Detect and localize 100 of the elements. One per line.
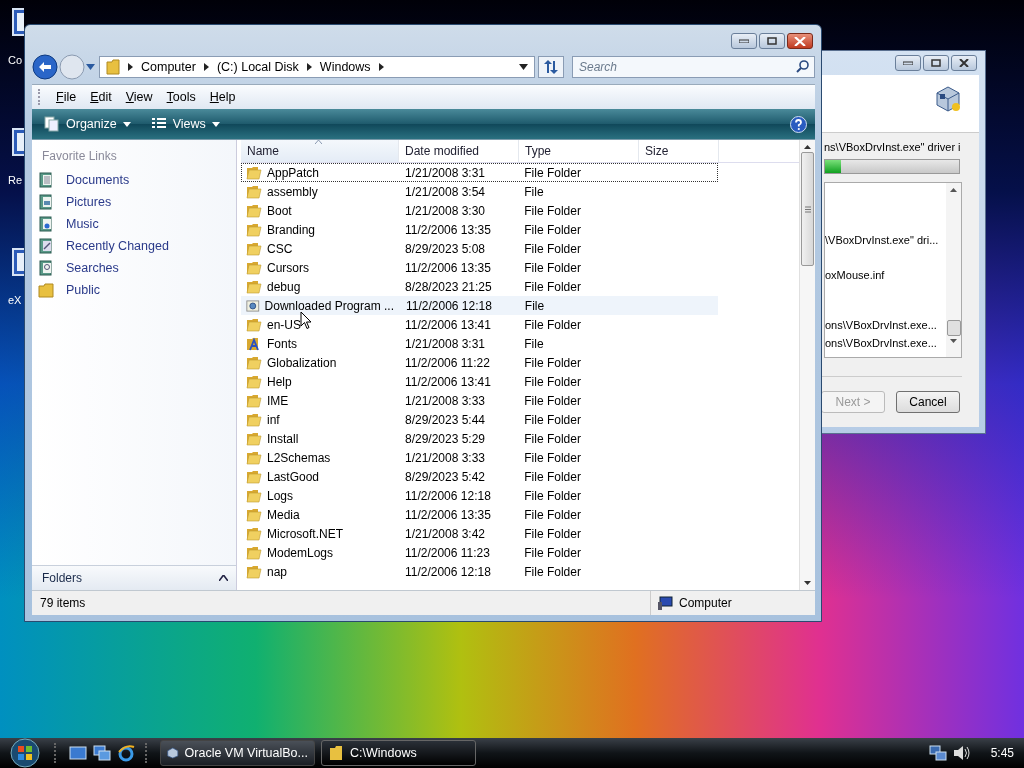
address-bar[interactable]: Computer (C:) Local Disk Windows — [99, 56, 535, 78]
file-row[interactable]: CSC 8/29/2023 5:08 File Folder — [241, 239, 718, 258]
file-name: inf — [267, 412, 280, 427]
scroll-thumb[interactable] — [801, 152, 814, 266]
column-header[interactable]: Type — [519, 140, 639, 162]
file-row[interactable]: Media 11/2/2006 13:35 File Folder — [241, 505, 718, 524]
file-row[interactable]: Logs 11/2/2006 12:18 File Folder — [241, 486, 718, 505]
file-row[interactable]: L2Schemas 1/21/2008 3:33 File Folder — [241, 448, 718, 467]
library-icon[interactable] — [38, 260, 54, 276]
menu-item[interactable]: View — [125, 90, 153, 104]
file-row[interactable]: Install 8/29/2023 5:29 File Folder — [241, 429, 718, 448]
back-button[interactable] — [32, 54, 58, 80]
taskbar-button[interactable]: C:\Windows — [321, 740, 476, 766]
log-line: ons\VBoxDrvInst.exe... — [825, 318, 938, 333]
column-header[interactable]: Date modified — [399, 140, 519, 162]
library-icon[interactable] — [38, 194, 54, 210]
scroll-up-icon[interactable] — [804, 145, 811, 149]
library-icon[interactable] — [38, 216, 54, 232]
refresh-button[interactable] — [538, 56, 564, 78]
chevron-icon[interactable] — [378, 63, 384, 71]
scroll-up-icon[interactable] — [950, 188, 957, 192]
menu-item[interactable]: Edit — [90, 90, 112, 104]
maximize-button[interactable] — [759, 33, 785, 49]
menu-item[interactable]: File — [56, 90, 77, 104]
gear-folder-icon — [246, 298, 260, 313]
chevron-icon[interactable] — [128, 63, 133, 71]
desktop-icon-label[interactable]: Co — [8, 54, 23, 66]
file-row[interactable]: Boot 1/21/2008 3:30 File Folder — [241, 201, 718, 220]
volume-icon[interactable] — [952, 745, 971, 761]
dialog-button[interactable]: Cancel — [896, 391, 960, 413]
clock[interactable]: 5:45 — [990, 746, 1014, 760]
scroll-down-icon[interactable] — [804, 581, 811, 585]
favorite-link[interactable]: Pictures — [66, 195, 112, 209]
folder-icon — [246, 241, 262, 256]
menu-item[interactable]: Tools — [166, 90, 196, 104]
breadcrumb[interactable]: (C:) Local Disk — [216, 60, 299, 74]
close-icon — [959, 59, 969, 67]
breadcrumb[interactable]: Computer — [141, 60, 196, 74]
chevron-icon[interactable] — [306, 63, 312, 71]
file-row[interactable]: Fonts 1/21/2008 3:31 File — [241, 334, 718, 353]
help-icon[interactable] — [790, 115, 807, 133]
file-row[interactable]: Microsoft.NET 1/21/2008 3:42 File Folder — [241, 524, 718, 543]
favorite-link[interactable]: Recently Changed — [66, 239, 169, 253]
file-row[interactable]: debug 8/28/2023 21:25 File Folder — [241, 277, 718, 296]
file-name: Microsoft.NET — [267, 526, 343, 541]
file-row[interactable]: Cursors 11/2/2006 13:35 File Folder — [241, 258, 718, 277]
minimize-button[interactable] — [895, 55, 921, 71]
file-row[interactable]: Downloaded Program ... 11/2/2006 12:18 File — [241, 296, 718, 315]
file-row[interactable]: AppPatch 1/21/2008 3:31 File Folder — [241, 163, 718, 182]
column-header[interactable]: Name — [241, 140, 399, 162]
file-row[interactable]: IME 1/21/2008 3:33 File Folder — [241, 391, 718, 410]
file-row[interactable]: inf 8/29/2023 5:44 File Folder — [241, 410, 718, 429]
maximize-button[interactable] — [923, 55, 949, 71]
search-icon[interactable] — [796, 60, 809, 73]
type-cell-text: File Folder — [523, 165, 582, 180]
network-icon[interactable] — [928, 745, 947, 761]
breadcrumb[interactable]: Windows — [319, 60, 371, 74]
file-row[interactable]: Branding 11/2/2006 13:35 File Folder — [241, 220, 718, 239]
file-row[interactable]: LastGood 8/29/2023 5:42 File Folder — [241, 467, 718, 486]
file-row[interactable]: Help 11/2/2006 13:41 File Folder — [241, 372, 718, 391]
scrollbar[interactable] — [799, 140, 815, 590]
taskbar-button[interactable]: Oracle VM VirtualBo... — [160, 740, 315, 766]
folders-bar[interactable]: Folders — [32, 565, 236, 590]
search-field[interactable]: Search — [572, 56, 815, 78]
menu-item[interactable]: Help — [209, 90, 236, 104]
toolbar-button[interactable]: Views — [146, 115, 224, 133]
collapse-icon[interactable] — [219, 575, 228, 581]
scroll-down-icon[interactable] — [950, 339, 957, 343]
favorite-link[interactable]: Music — [66, 217, 99, 231]
column-header[interactable]: Size — [639, 140, 719, 162]
file-row[interactable]: Globalization 11/2/2006 11:22 File Folder — [241, 353, 718, 372]
browser-icon[interactable] — [117, 744, 135, 762]
history-dropdown-icon[interactable] — [86, 64, 95, 70]
file-row[interactable]: nap 11/2/2006 12:18 File Folder — [241, 562, 718, 581]
file-row[interactable]: assembly 1/21/2008 3:54 File — [241, 182, 718, 201]
show-desktop-icon[interactable] — [69, 745, 87, 761]
library-icon[interactable] — [38, 172, 54, 188]
folder-icon — [246, 317, 262, 332]
favorite-link[interactable]: Documents — [66, 173, 130, 187]
close-button[interactable] — [951, 55, 977, 71]
library-icon[interactable] — [38, 238, 54, 254]
type-cell-text: File Folder — [523, 317, 582, 332]
desktop-icon-label[interactable]: Re — [8, 174, 23, 186]
favorite-link[interactable]: Searches — [66, 261, 119, 275]
log-line: oxMouse.inf — [825, 268, 886, 283]
toolbar-button[interactable]: Organize — [40, 114, 135, 134]
close-button[interactable] — [787, 33, 813, 49]
file-row[interactable]: en-US 11/2/2006 13:41 File Folder — [241, 315, 718, 334]
chevron-icon[interactable] — [203, 63, 209, 71]
date-cell-text: 11/2/2006 12:18 — [403, 488, 492, 503]
date-cell-text: 11/2/2006 13:41 — [403, 374, 492, 389]
dropdown-icon[interactable] — [519, 64, 528, 70]
scrollbar[interactable] — [946, 183, 961, 357]
desktop-icon-label[interactable]: eX — [8, 294, 22, 306]
minimize-button[interactable] — [731, 33, 757, 49]
favorite-link[interactable]: Public — [66, 283, 101, 297]
folder-icon — [246, 469, 262, 484]
scroll-thumb[interactable] — [946, 320, 961, 336]
file-row[interactable]: ModemLogs 11/2/2006 11:23 File Folder — [241, 543, 718, 562]
switch-windows-icon[interactable] — [93, 745, 111, 761]
